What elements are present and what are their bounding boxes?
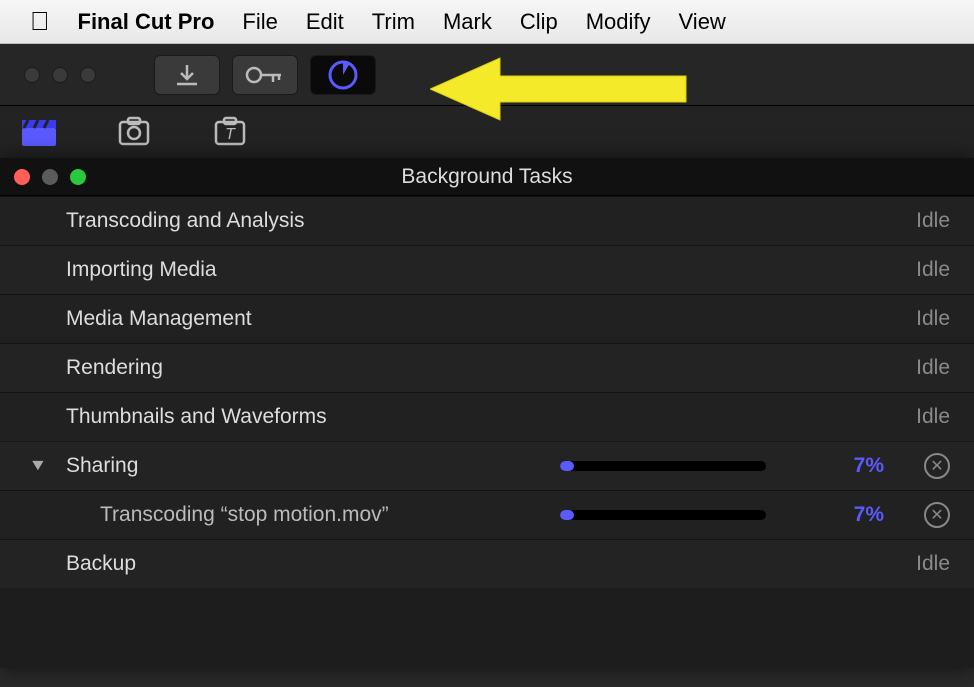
background-tasks-icon: [326, 58, 360, 92]
main-window-traffic-lights: [24, 67, 96, 83]
menu-modify[interactable]: Modify: [586, 9, 651, 35]
browser-toolbar: T: [0, 106, 974, 162]
bt-row-status: Idle: [916, 307, 950, 331]
apple-menu-icon[interactable]: : [30, 6, 50, 37]
bt-zoom-icon[interactable]: [70, 169, 86, 185]
menu-file[interactable]: File: [242, 9, 277, 35]
keyword-button[interactable]: [232, 55, 298, 95]
svg-text:T: T: [225, 126, 236, 143]
clapperboard-icon[interactable]: [20, 116, 58, 153]
bt-traffic-lights: [14, 169, 86, 185]
close-icon: ✕: [930, 505, 943, 525]
bt-row-status: Idle: [916, 258, 950, 282]
bt-row-label: Transcoding “stop motion.mov”: [100, 503, 560, 527]
traffic-zoom-icon[interactable]: [80, 67, 96, 83]
menu-view[interactable]: View: [679, 9, 726, 35]
background-tasks-button[interactable]: [310, 55, 376, 95]
bt-row-label: Sharing: [66, 454, 560, 478]
macos-menubar:  Final Cut Pro File Edit Trim Mark Clip…: [0, 0, 974, 44]
bt-row-percent: 7%: [814, 503, 884, 527]
bt-row-thumbnails-waveforms[interactable]: Thumbnails and Waveforms Idle: [0, 392, 974, 441]
app-name[interactable]: Final Cut Pro: [78, 9, 215, 35]
progress-bar: [560, 461, 766, 471]
traffic-close-icon[interactable]: [24, 67, 40, 83]
menu-edit[interactable]: Edit: [306, 9, 344, 35]
bt-row-transcoding-analysis[interactable]: Transcoding and Analysis Idle: [0, 196, 974, 245]
close-icon: ✕: [930, 456, 943, 476]
menu-clip[interactable]: Clip: [520, 9, 558, 35]
bt-minimize-icon[interactable]: [42, 169, 58, 185]
bt-row-label: Thumbnails and Waveforms: [66, 405, 916, 429]
bt-window-footer: [0, 588, 974, 668]
import-button[interactable]: [154, 55, 220, 95]
bt-row-status: Idle: [916, 356, 950, 380]
menu-trim[interactable]: Trim: [372, 9, 415, 35]
bt-titlebar[interactable]: Background Tasks: [0, 158, 974, 196]
bt-row-status: Idle: [916, 405, 950, 429]
bt-row-sharing-subtask[interactable]: Transcoding “stop motion.mov” 7% ✕: [0, 490, 974, 539]
import-icon: [172, 63, 202, 87]
bt-row-label: Importing Media: [66, 258, 916, 282]
disclosure-triangle-icon[interactable]: ▼: [28, 457, 47, 475]
bt-row-backup[interactable]: Backup Idle: [0, 539, 974, 588]
menu-mark[interactable]: Mark: [443, 9, 492, 35]
progress-bar: [560, 510, 766, 520]
bt-window-title: Background Tasks: [401, 165, 572, 189]
bt-row-importing-media[interactable]: Importing Media Idle: [0, 245, 974, 294]
progress-fill: [560, 461, 574, 471]
bt-row-label: Backup: [66, 552, 916, 576]
bt-row-status: Idle: [916, 209, 950, 233]
bt-row-label: Transcoding and Analysis: [66, 209, 916, 233]
bt-row-sharing[interactable]: ▼ Sharing 7% ✕: [0, 441, 974, 490]
bt-close-icon[interactable]: [14, 169, 30, 185]
keyword-icon: [243, 63, 287, 87]
photos-icon[interactable]: [114, 116, 154, 153]
bt-row-percent: 7%: [814, 454, 884, 478]
traffic-minimize-icon[interactable]: [52, 67, 68, 83]
progress-fill: [560, 510, 574, 520]
titles-icon[interactable]: T: [210, 116, 250, 153]
bt-row-rendering[interactable]: Rendering Idle: [0, 343, 974, 392]
bt-row-label: Media Management: [66, 307, 916, 331]
cancel-task-button[interactable]: ✕: [924, 453, 950, 479]
cancel-task-button[interactable]: ✕: [924, 502, 950, 528]
bt-row-label: Rendering: [66, 356, 916, 380]
bt-row-status: Idle: [916, 552, 950, 576]
bt-row-media-management[interactable]: Media Management Idle: [0, 294, 974, 343]
background-tasks-window: Background Tasks Transcoding and Analysi…: [0, 158, 974, 668]
main-toolbar: [0, 44, 974, 106]
